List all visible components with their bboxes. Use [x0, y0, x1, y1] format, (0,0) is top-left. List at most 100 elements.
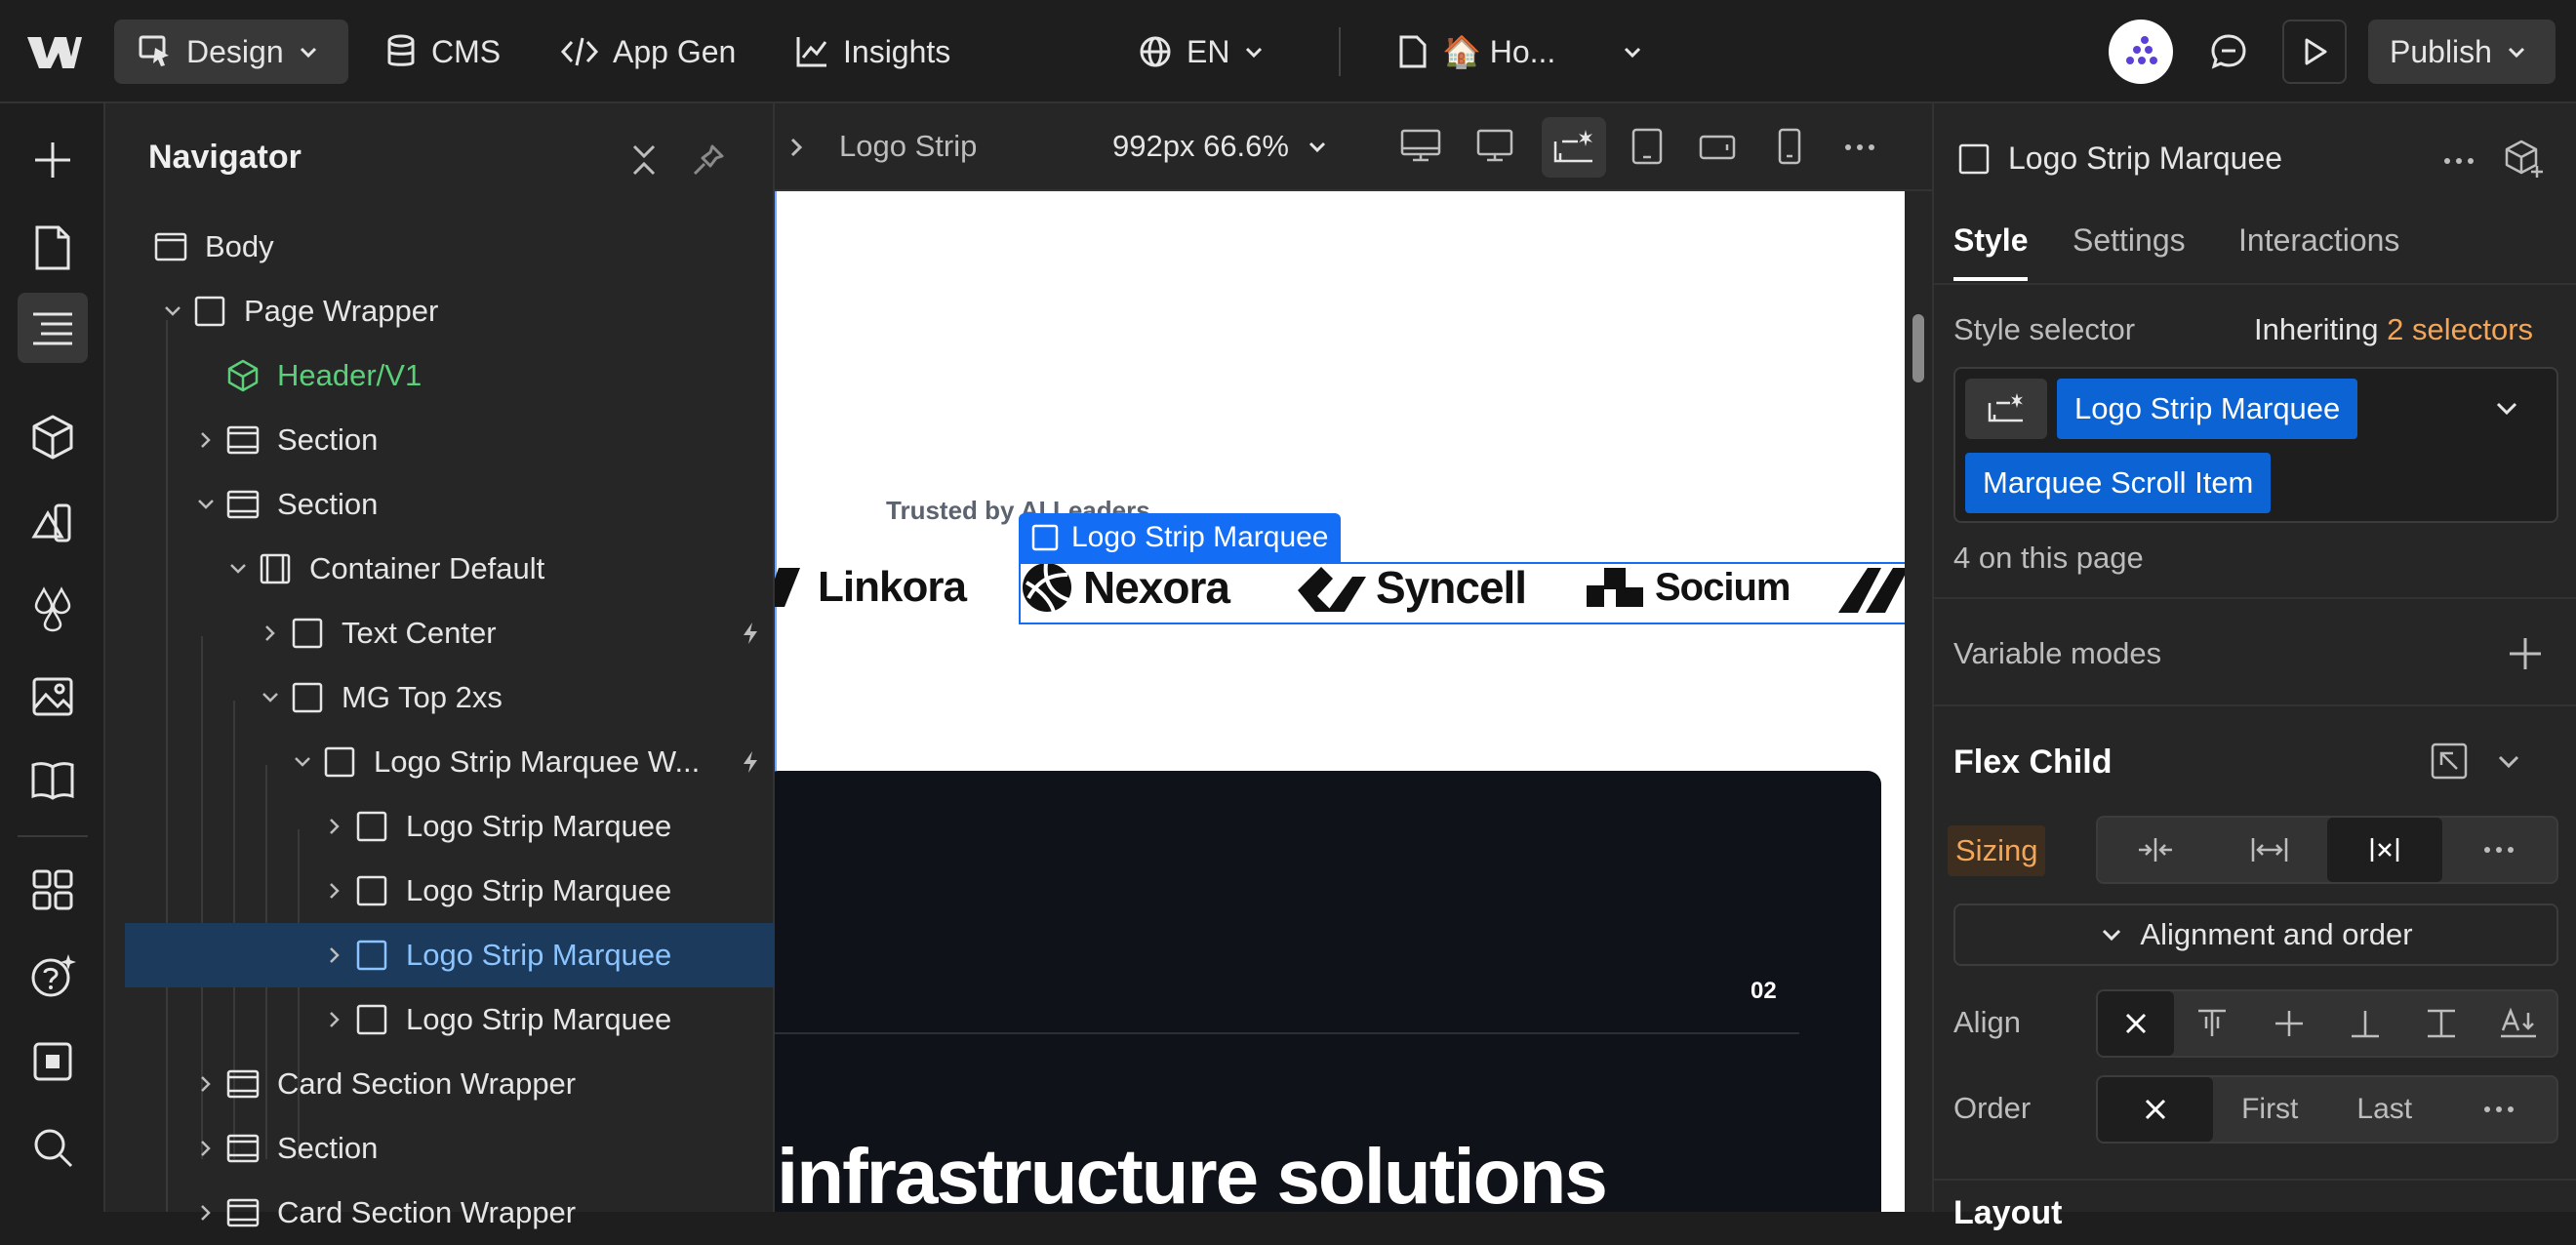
selection-label-text: Logo Strip Marquee [1071, 521, 1329, 553]
breadcrumb[interactable]: Logo Strip [839, 129, 977, 164]
logo-linkora: Linkora [775, 550, 967, 624]
tab-interactions[interactable]: Interactions [2238, 222, 2399, 259]
order-auto-icon[interactable] [2098, 1077, 2213, 1142]
chevron-right-icon[interactable] [785, 135, 808, 160]
design-mode-button[interactable]: Design [114, 20, 348, 84]
breakpoint-mobile-portrait-icon[interactable] [1774, 127, 1805, 166]
select-parent-icon[interactable] [2430, 742, 2469, 781]
tree-row-card-section-wrapper[interactable]: Card Section Wrapper [125, 1052, 775, 1116]
chevron-right-icon[interactable] [322, 814, 347, 839]
tree-row-body[interactable]: Body [125, 215, 775, 279]
align-center-icon[interactable] [2251, 991, 2327, 1056]
canvas-scrollbar[interactable] [1905, 191, 1932, 1212]
create-component-icon[interactable] [2504, 139, 2545, 180]
tree-row-container-default[interactable]: Container Default [125, 537, 775, 601]
order-last-button[interactable]: Last [2327, 1077, 2442, 1142]
insights-button[interactable]: Insights [794, 20, 950, 84]
comments-icon[interactable] [2196, 20, 2261, 84]
chevron-right-icon[interactable] [322, 878, 347, 904]
tree-row-logo-strip-marquee[interactable]: Logo Strip Marquee [125, 859, 775, 923]
page-selector[interactable]: 🏠 Ho... [1397, 20, 1643, 84]
collapse-all-icon[interactable] [626, 142, 662, 178]
tree-row-logo-strip-marquee[interactable]: Logo Strip Marquee [125, 794, 775, 859]
chevron-down-icon[interactable] [160, 299, 185, 324]
more-options-icon[interactable] [1842, 133, 1877, 162]
tree-row-section[interactable]: Section [125, 472, 775, 537]
chevron-right-icon[interactable] [193, 427, 219, 453]
breakpoint-base-icon[interactable] [1542, 117, 1606, 178]
design-canvas[interactable]: Trusted by AI Leaders Linkora Nexora Syn… [775, 191, 1905, 1212]
breakpoint-desktop-icon[interactable] [1475, 127, 1514, 166]
tree-row-section[interactable]: Section [125, 408, 775, 472]
order-first-button[interactable]: First [2213, 1077, 2328, 1142]
align-start-icon[interactable] [2174, 991, 2250, 1056]
add-element-icon[interactable] [18, 125, 88, 195]
breakpoint-mobile-landscape-icon[interactable] [1698, 127, 1737, 166]
search-icon[interactable] [18, 1112, 88, 1183]
tree-row-mg-top[interactable]: MG Top 2xs [125, 665, 775, 730]
publish-button[interactable]: Publish [2368, 20, 2556, 84]
chevron-down-icon[interactable] [193, 492, 219, 517]
pages-icon[interactable] [18, 213, 88, 283]
align-auto-icon[interactable] [2098, 991, 2175, 1056]
tree-row-page-wrapper[interactable]: Page Wrapper [125, 279, 775, 343]
tab-style[interactable]: Style [1953, 222, 2028, 259]
chevron-right-icon[interactable] [322, 943, 347, 968]
preview-play-icon[interactable] [2282, 20, 2347, 84]
breakpoint-tablet-icon[interactable] [1630, 127, 1665, 166]
chevron-right-icon[interactable] [322, 1007, 347, 1032]
canvas-size-selector[interactable]: 992px 66.6% [1112, 129, 1328, 164]
components-icon[interactable] [18, 402, 88, 472]
tree-row-section[interactable]: Section [125, 1116, 775, 1181]
align-baseline-icon[interactable] [2480, 991, 2556, 1056]
navigator-icon[interactable] [18, 293, 88, 363]
sizing-more-icon[interactable] [2442, 818, 2557, 882]
chevron-right-icon[interactable] [193, 1071, 219, 1097]
apps-icon[interactable] [18, 855, 88, 925]
book-icon[interactable] [18, 745, 88, 816]
selectors-count-link[interactable]: 2 selectors [2387, 312, 2533, 346]
selection-label[interactable]: Logo Strip Marquee [1019, 513, 1341, 562]
chevron-down-icon[interactable] [225, 556, 251, 582]
assets-image-icon[interactable] [18, 660, 88, 730]
selector-tag-logo-strip-marquee[interactable]: Logo Strip Marquee [2057, 379, 2358, 439]
stop-square-icon[interactable] [18, 1026, 88, 1097]
chevron-down-icon[interactable] [2492, 394, 2521, 423]
language-selector[interactable]: EN [1138, 20, 1265, 84]
more-options-icon[interactable] [2441, 146, 2476, 176]
chevron-right-icon[interactable] [258, 621, 283, 646]
tree-row-logo-strip-wrapper[interactable]: Logo Strip Marquee W... [125, 730, 775, 794]
app-avatar-icon[interactable] [2109, 20, 2173, 84]
tree-row-card-section-wrapper[interactable]: Card Section Wrapper [125, 1181, 775, 1245]
tab-settings[interactable]: Settings [2073, 222, 2186, 259]
add-icon[interactable] [2506, 634, 2545, 673]
variables-drops-icon[interactable] [18, 574, 88, 644]
sizing-label[interactable]: Sizing [1948, 825, 2046, 876]
ai-help-icon[interactable] [18, 941, 88, 1011]
pin-icon[interactable] [691, 142, 726, 178]
sizing-shrink-icon[interactable] [2098, 818, 2213, 882]
alignment-order-toggle[interactable]: Alignment and order [1953, 904, 2558, 966]
sizing-none-icon[interactable] [2327, 818, 2442, 882]
chevron-right-icon[interactable] [193, 1200, 219, 1225]
align-end-icon[interactable] [2327, 991, 2403, 1056]
selector-field[interactable]: Logo Strip Marquee Marquee Scroll Item [1953, 367, 2558, 523]
tree-row-header-component[interactable]: Header/V1 [125, 343, 775, 408]
order-more-icon[interactable] [2442, 1077, 2557, 1142]
cms-button[interactable]: CMS [384, 20, 501, 84]
scrollbar-thumb[interactable] [1912, 314, 1924, 382]
webflow-logo-icon[interactable] [25, 29, 84, 74]
app-gen-button[interactable]: App Gen [560, 20, 736, 84]
style-manager-icon[interactable] [18, 488, 88, 558]
selector-tag-marquee-scroll-item[interactable]: Marquee Scroll Item [1965, 453, 2272, 513]
chevron-down-icon[interactable] [2494, 747, 2523, 777]
tree-row-logo-strip-marquee-selected[interactable]: Logo Strip Marquee [125, 923, 775, 987]
sizing-grow-icon[interactable] [2213, 818, 2328, 882]
tree-row-text-center[interactable]: Text Center [125, 601, 775, 665]
tree-row-logo-strip-marquee[interactable]: Logo Strip Marquee [125, 987, 775, 1052]
chevron-down-icon[interactable] [290, 749, 315, 775]
breakpoint-large-desktop-icon[interactable] [1399, 127, 1442, 166]
chevron-right-icon[interactable] [193, 1136, 219, 1161]
chevron-down-icon[interactable] [258, 685, 283, 710]
align-stretch-icon[interactable] [2403, 991, 2479, 1056]
